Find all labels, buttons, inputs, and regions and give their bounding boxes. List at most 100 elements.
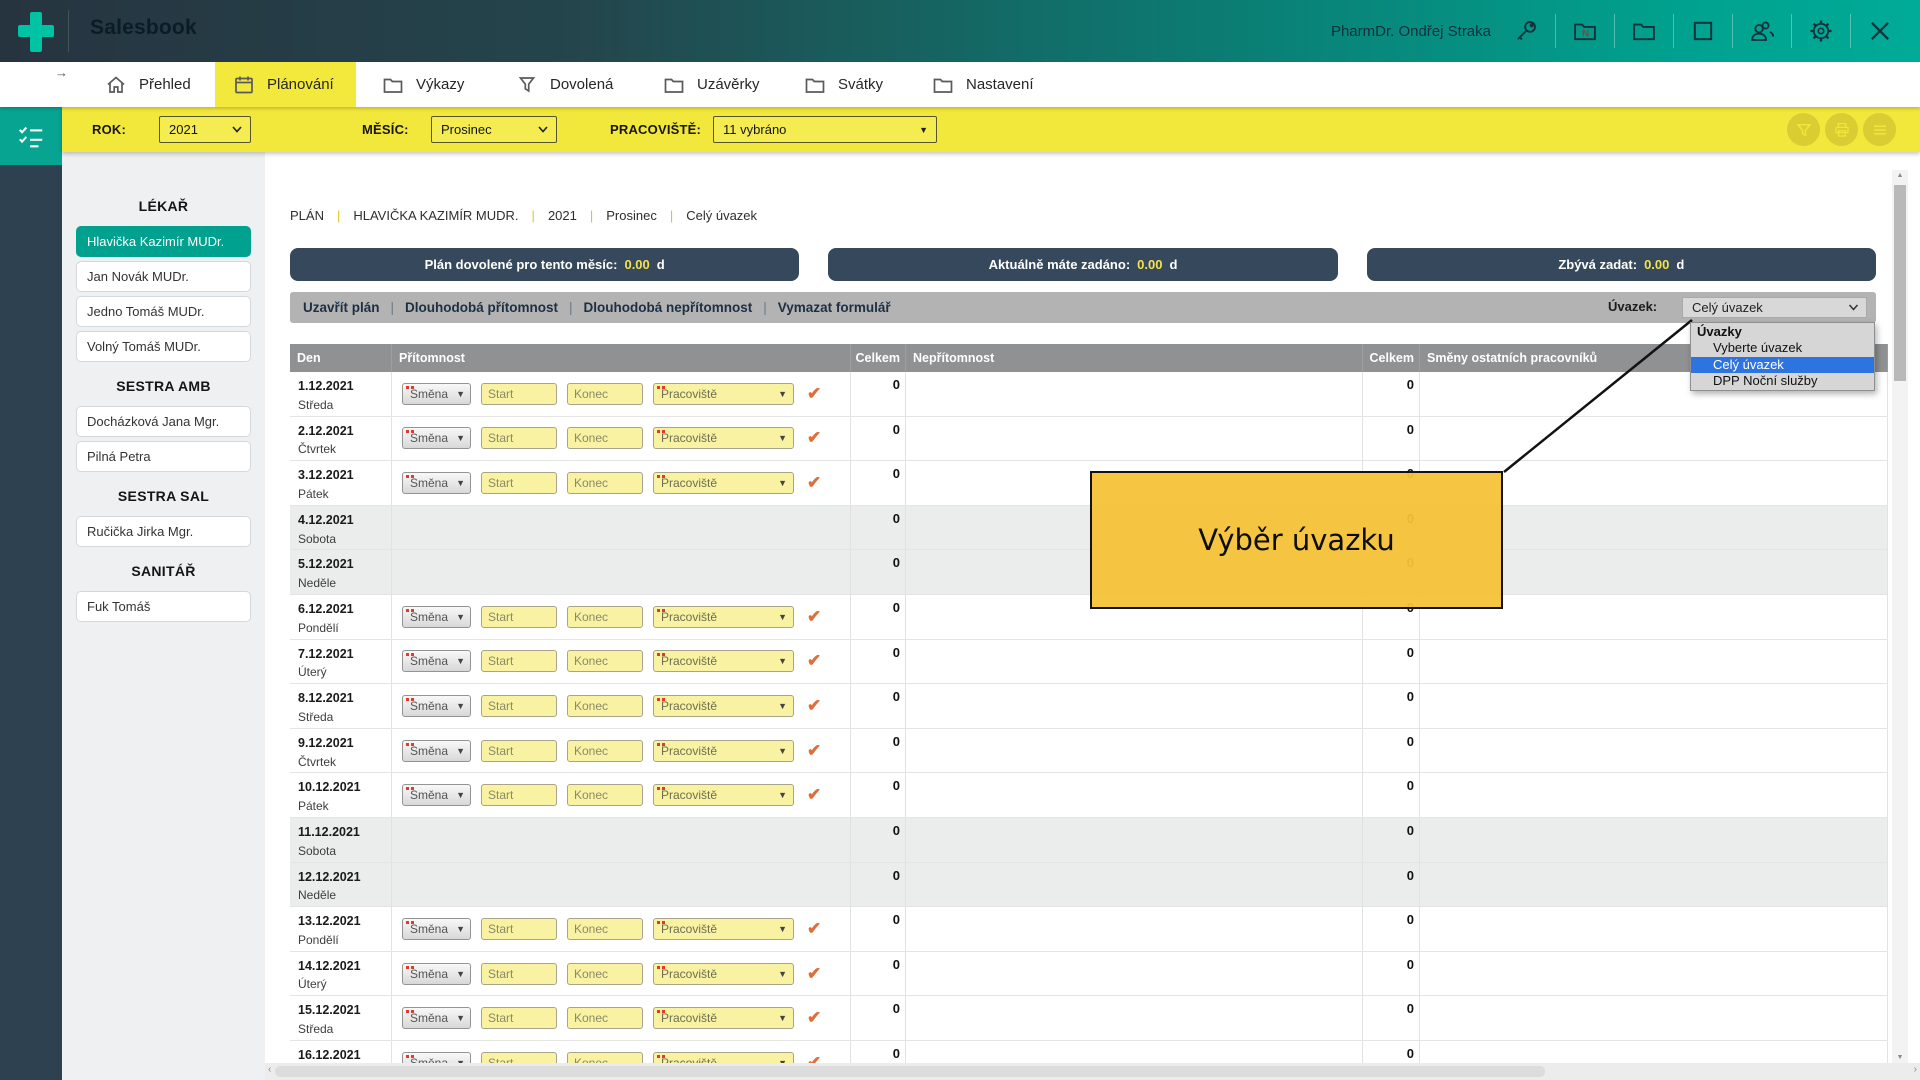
tab-uzaverky[interactable]: Uzávěrky	[649, 62, 773, 107]
print-button[interactable]	[1825, 113, 1858, 146]
dropdown-option[interactable]: Celý úvazek	[1691, 357, 1874, 374]
confirm-check-icon[interactable]: ✔	[807, 651, 821, 671]
confirm-check-icon[interactable]: ✔	[807, 384, 821, 404]
staff-item[interactable]: Jedno Tomáš MUDr.	[76, 296, 251, 327]
confirm-check-icon[interactable]: ✔	[807, 1053, 821, 1063]
tab-planovani[interactable]: Plánování	[215, 62, 356, 107]
close-icon[interactable]	[1866, 17, 1894, 45]
pracoviste-row-select[interactable]: Pracoviště ▼	[653, 740, 794, 762]
start-input[interactable]	[481, 383, 557, 405]
konec-input[interactable]	[567, 383, 643, 405]
pracoviste-row-select[interactable]: Pracoviště ▼	[653, 1052, 794, 1063]
filter-button[interactable]	[1787, 113, 1820, 146]
start-input[interactable]	[481, 1052, 557, 1063]
scroll-down-icon[interactable]: ▼	[1892, 1054, 1908, 1061]
start-input[interactable]	[481, 740, 557, 762]
vertical-scrollbar[interactable]: ▲ ▼	[1892, 170, 1908, 1063]
gear-icon[interactable]	[1807, 17, 1835, 45]
start-input[interactable]	[481, 918, 557, 940]
smena-select[interactable]: Směna ▼	[402, 1007, 471, 1029]
staff-item[interactable]: Jan Novák MUDr.	[76, 261, 251, 292]
users-icon[interactable]	[1748, 17, 1776, 45]
smena-select[interactable]: Směna ▼	[402, 784, 471, 806]
folder-n-icon[interactable]: N	[1571, 17, 1599, 45]
start-input[interactable]	[481, 606, 557, 628]
smena-select[interactable]: Směna ▼	[402, 650, 471, 672]
konec-input[interactable]	[567, 918, 643, 940]
smena-select[interactable]: Směna ▼	[402, 383, 471, 405]
smena-select[interactable]: Směna ▼	[402, 472, 471, 494]
tasklist-button[interactable]	[0, 107, 62, 165]
smena-select[interactable]: Směna ▼	[402, 918, 471, 940]
start-input[interactable]	[481, 650, 557, 672]
konec-input[interactable]	[567, 740, 643, 762]
toolbar-button[interactable]: Dlouhodobá přítomnost	[380, 300, 559, 315]
konec-input[interactable]	[567, 784, 643, 806]
staff-item[interactable]: Ručička Jirka Mgr.	[76, 516, 251, 547]
smena-select[interactable]: Směna ▼	[402, 695, 471, 717]
smena-select[interactable]: Směna ▼	[402, 1052, 471, 1063]
smena-select[interactable]: Směna ▼	[402, 740, 471, 762]
staff-item[interactable]: Hlavička Kazimír MUDr.	[76, 226, 251, 257]
mesic-select[interactable]: Prosinec	[431, 116, 557, 143]
smena-select[interactable]: Směna ▼	[402, 963, 471, 985]
pracoviste-row-select[interactable]: Pracoviště ▼	[653, 606, 794, 628]
confirm-check-icon[interactable]: ✔	[807, 1008, 821, 1028]
pracoviste-row-select[interactable]: Pracoviště ▼	[653, 1007, 794, 1029]
tab-nastaveni[interactable]: Nastavení	[918, 62, 1047, 107]
staff-item[interactable]: Volný Tomáš MUDr.	[76, 331, 251, 362]
toolbar-button[interactable]: Vymazat formulář	[752, 300, 890, 315]
tab-svatky[interactable]: Svátky	[790, 62, 896, 107]
confirm-check-icon[interactable]: ✔	[807, 785, 821, 805]
konec-input[interactable]	[567, 427, 643, 449]
confirm-check-icon[interactable]: ✔	[807, 607, 821, 627]
tab-dovolena[interactable]: Dovolená	[502, 62, 626, 107]
konec-input[interactable]	[567, 650, 643, 672]
dropdown-option[interactable]: Vyberte úvazek	[1691, 340, 1874, 357]
pracoviste-row-select[interactable]: Pracoviště ▼	[653, 963, 794, 985]
start-input[interactable]	[481, 427, 557, 449]
key-icon[interactable]	[1512, 17, 1540, 45]
menu-button[interactable]	[1863, 113, 1896, 146]
pracoviste-row-select[interactable]: Pracoviště ▼	[653, 650, 794, 672]
toolbar-button[interactable]: Dlouhodobá nepřítomnost	[558, 300, 752, 315]
konec-input[interactable]	[567, 472, 643, 494]
collapse-arrow-icon[interactable]: →	[55, 65, 68, 80]
pracoviste-select[interactable]: 11 vybráno ▼	[713, 116, 937, 143]
dropdown-option[interactable]: DPP Noční služby	[1691, 373, 1874, 390]
staff-item[interactable]: Pilná Petra	[76, 441, 251, 472]
pracoviste-row-select[interactable]: Pracoviště ▼	[653, 383, 794, 405]
confirm-check-icon[interactable]: ✔	[807, 473, 821, 493]
konec-input[interactable]	[567, 1007, 643, 1029]
pracoviste-row-select[interactable]: Pracoviště ▼	[653, 695, 794, 717]
rok-select[interactable]: 2021	[159, 116, 251, 143]
staff-item[interactable]: Docházková Jana Mgr.	[76, 406, 251, 437]
horizontal-scroll-thumb[interactable]	[275, 1066, 1545, 1077]
pracoviste-row-select[interactable]: Pracoviště ▼	[653, 427, 794, 449]
staff-item[interactable]: Fuk Tomáš	[76, 591, 251, 622]
toolbar-button[interactable]: Uzavřít plán	[303, 300, 380, 315]
start-input[interactable]	[481, 695, 557, 717]
smena-select[interactable]: Směna ▼	[402, 606, 471, 628]
pracoviste-row-select[interactable]: Pracoviště ▼	[653, 784, 794, 806]
uvazek-select[interactable]: Celý úvazek	[1682, 297, 1867, 318]
konec-input[interactable]	[567, 963, 643, 985]
pracoviste-row-select[interactable]: Pracoviště ▼	[653, 472, 794, 494]
konec-input[interactable]	[567, 606, 643, 628]
confirm-check-icon[interactable]: ✔	[807, 919, 821, 939]
confirm-check-icon[interactable]: ✔	[807, 964, 821, 984]
scroll-left-icon[interactable]: ‹	[268, 1064, 271, 1075]
maximize-icon[interactable]	[1689, 17, 1717, 45]
scroll-right-icon[interactable]: ›	[1914, 1064, 1917, 1075]
pracoviste-row-select[interactable]: Pracoviště ▼	[653, 918, 794, 940]
konec-input[interactable]	[567, 1052, 643, 1063]
tab-prehled[interactable]: Přehled	[91, 62, 204, 107]
konec-input[interactable]	[567, 695, 643, 717]
confirm-check-icon[interactable]: ✔	[807, 741, 821, 761]
start-input[interactable]	[481, 472, 557, 494]
folder-icon[interactable]	[1630, 17, 1658, 45]
vertical-scroll-thumb[interactable]	[1894, 185, 1906, 381]
confirm-check-icon[interactable]: ✔	[807, 696, 821, 716]
start-input[interactable]	[481, 1007, 557, 1029]
scroll-up-icon[interactable]: ▲	[1892, 172, 1908, 179]
